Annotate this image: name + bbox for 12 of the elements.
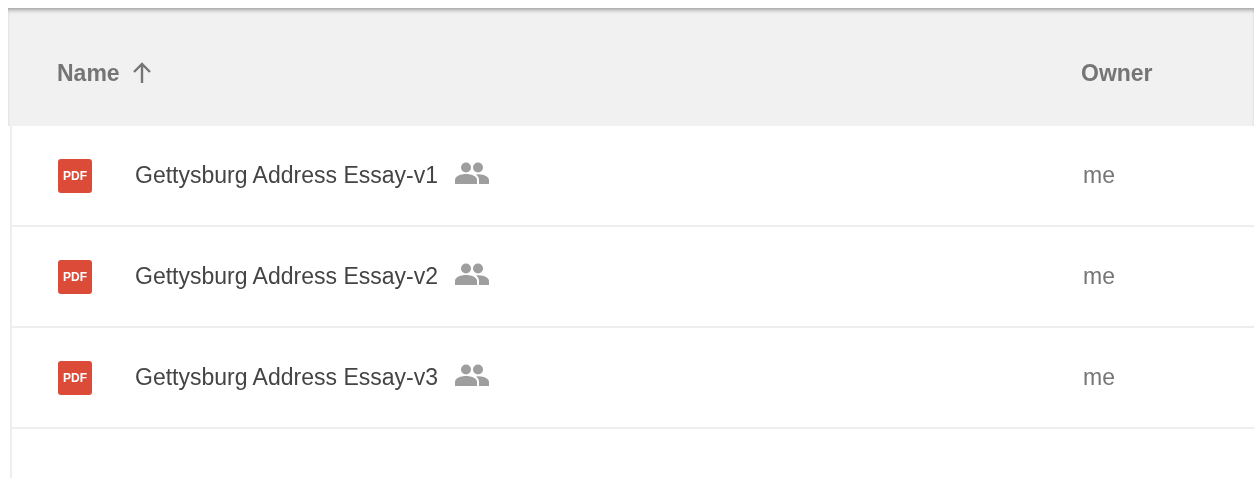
file-name[interactable]: Gettysburg Address Essay-v2 — [135, 259, 438, 294]
owner-cell-text: me — [1083, 363, 1115, 393]
pdf-file-icon: PDF — [58, 158, 92, 193]
column-header[interactable]: Owner — [1081, 55, 1153, 91]
pdf-file-icon: PDF — [58, 360, 92, 395]
owner-cell-text: me — [1083, 262, 1115, 292]
pdf-file-icon: PDF — [58, 259, 92, 294]
file-name[interactable]: Gettysburg Address Essay-v3 — [135, 360, 438, 395]
column-header[interactable]: Name — [57, 55, 120, 91]
owner-cell-text: me — [1083, 161, 1115, 191]
file-name[interactable]: Gettysburg Address Essay-v1 — [135, 158, 438, 193]
sort-arrow-icon[interactable] — [131, 61, 152, 85]
